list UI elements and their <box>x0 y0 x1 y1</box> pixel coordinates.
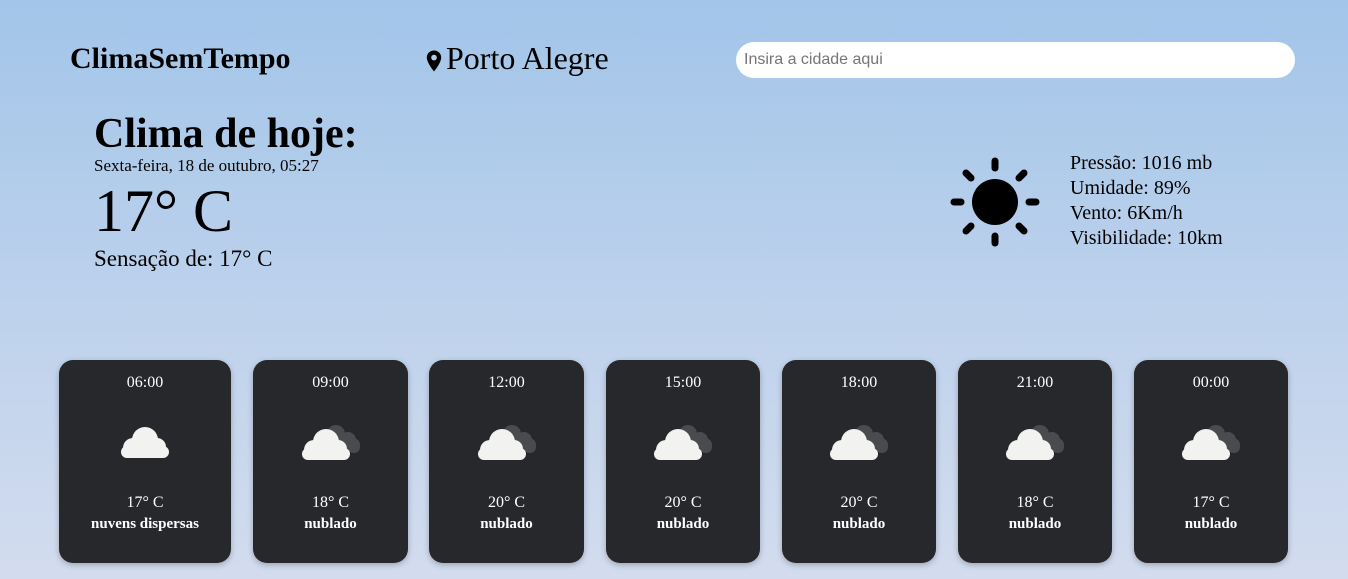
forecast-desc: nublado <box>1008 516 1062 532</box>
today-title: Clima de hoje: <box>94 111 358 157</box>
forecast-time: 06:00 <box>126 374 164 391</box>
forecast-card: 12:00 20° C nublado <box>429 360 584 563</box>
forecast-time: 15:00 <box>664 374 702 391</box>
forecast-temp: 18° C <box>311 494 350 511</box>
forecast-card: 06:00 17° C nuvens dispersas <box>59 360 231 563</box>
overcast-clouds-icon <box>477 425 536 460</box>
overcast-clouds-icon <box>1006 425 1064 460</box>
forecast-time: 12:00 <box>488 374 525 391</box>
sun-icon <box>950 157 1040 247</box>
today-date: Sexta-feira, 18 de outubro, 05:27 <box>94 156 319 175</box>
forecast-temp: 20° C <box>664 494 702 511</box>
forecast-desc: nublado <box>1184 516 1238 532</box>
overcast-clouds-icon <box>301 425 360 460</box>
forecast-temp: 17° C <box>126 494 164 511</box>
forecast-temp: 20° C <box>840 494 878 511</box>
map-pin-icon <box>426 50 442 71</box>
forecast-desc: nublado <box>480 516 533 532</box>
humidity-value: Umidade: 89% <box>1070 177 1191 199</box>
forecast-time: 09:00 <box>312 374 349 391</box>
scattered-clouds-icon <box>121 427 169 458</box>
forecast-time: 18:00 <box>840 374 878 391</box>
feels-like: Sensação de: 17° C <box>94 246 273 271</box>
forecast-temp: 18° C <box>1016 494 1054 511</box>
today-temperature: 17° C <box>94 178 234 244</box>
forecast-card: 00:00 17° C nublado <box>1134 360 1288 563</box>
forecast-card: 21:00 18° C nublado <box>958 360 1112 563</box>
forecast-temp: 20° C <box>487 494 526 511</box>
forecast-list: 06:00 17° C nuvens dispersas 09:00 18° C… <box>0 360 1348 563</box>
forecast-temp: 17° C <box>1192 494 1230 511</box>
pressure-value: Pressão: 1016 mb <box>1070 152 1213 174</box>
forecast-time: 00:00 <box>1192 374 1230 391</box>
forecast-desc: nublado <box>832 516 886 532</box>
city-search-input[interactable] <box>736 42 1295 78</box>
forecast-card: 18:00 20° C nublado <box>782 360 936 563</box>
overcast-clouds-icon <box>830 425 888 460</box>
forecast-card: 09:00 18° C nublado <box>253 360 408 563</box>
forecast-time: 21:00 <box>1016 374 1054 391</box>
location-name: Porto Alegre <box>446 40 609 76</box>
wind-value: Vento: 6Km/h <box>1070 202 1183 224</box>
visibility-value: Visibilidade: 10km <box>1070 227 1223 249</box>
location-display: Porto Alegre <box>426 40 609 77</box>
forecast-desc: nublado <box>656 516 710 532</box>
forecast-desc: nuvens dispersas <box>91 516 199 532</box>
forecast-desc: nublado <box>304 516 357 532</box>
overcast-clouds-icon <box>654 425 712 460</box>
overcast-clouds-icon <box>1182 425 1240 460</box>
weather-details: Pressão: 1016 mb Umidade: 89% Vento: 6Km… <box>1070 151 1223 251</box>
forecast-card: 15:00 20° C nublado <box>606 360 760 563</box>
brand-title: ClimaSemTempo <box>70 42 291 75</box>
